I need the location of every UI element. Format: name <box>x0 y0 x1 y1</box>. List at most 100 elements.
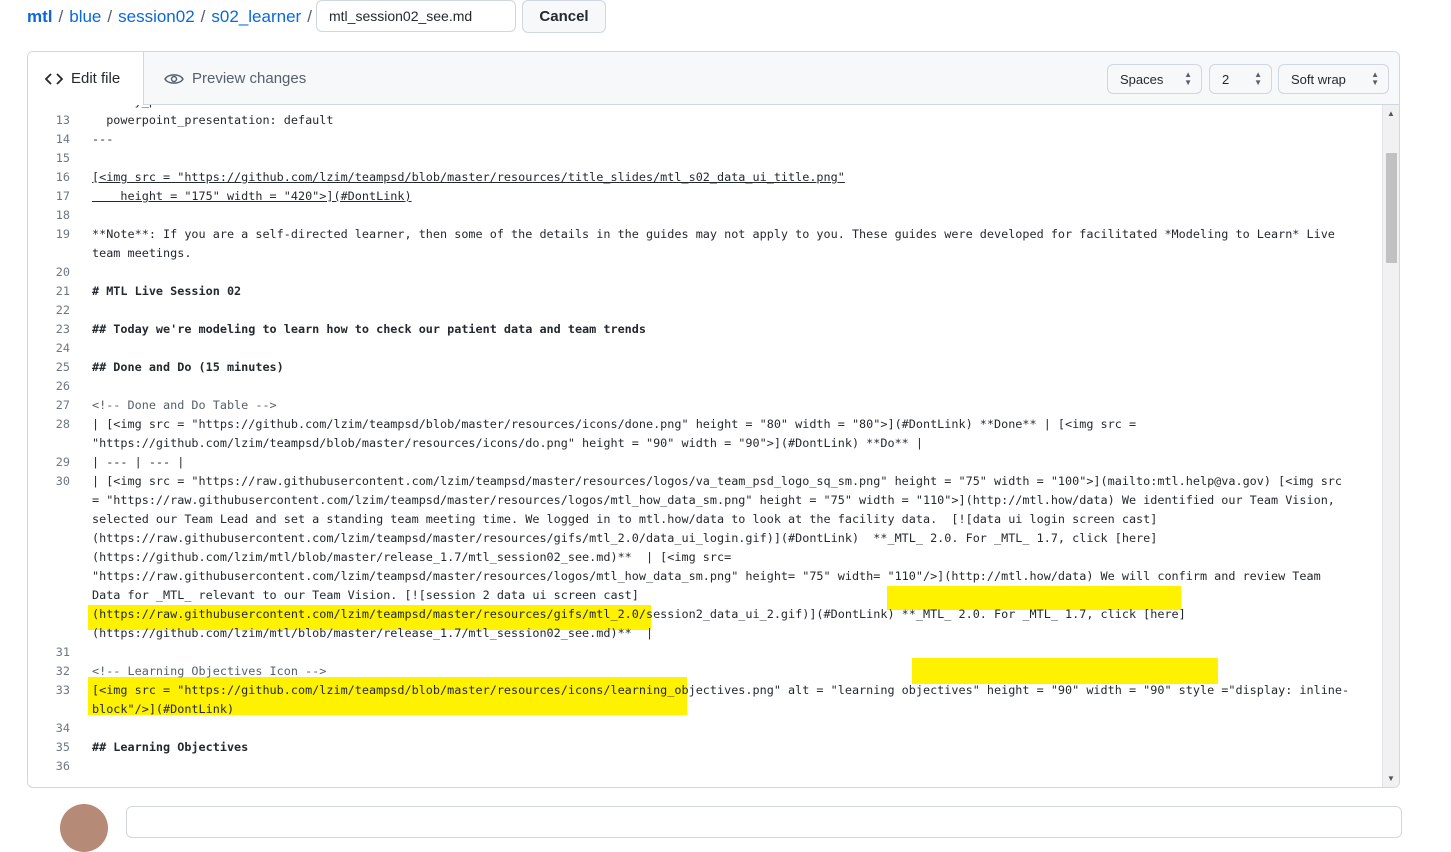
wrap-mode-value: Soft wrap <box>1291 71 1346 87</box>
line-number: 36 <box>55 759 70 773</box>
scrollbar-thumb[interactable] <box>1386 153 1397 263</box>
line-number: 25 <box>55 360 70 374</box>
line-number: 32 <box>55 664 70 678</box>
line-number: 29 <box>55 455 70 469</box>
breadcrumb-separator: / <box>200 6 206 26</box>
line-text: (https://raw.githubusercontent.com/lzim/… <box>92 607 1186 621</box>
line-text: [<img src = "https://github.com/lzim/tea… <box>92 683 1350 697</box>
line-text: height = "175" width = "420">](#DontLink… <box>92 189 412 203</box>
line-number: 15 <box>55 151 70 165</box>
line-number: 27 <box>55 398 70 412</box>
cancel-button[interactable]: Cancel <box>522 0 606 33</box>
code-line: 18 <box>28 206 1381 225</box>
code-line: = "https://raw.githubusercontent.com/lzi… <box>28 491 1381 510</box>
code-line: 35 ## Learning Objectives <box>28 738 1381 757</box>
line-text: --- <box>92 132 114 146</box>
editor-tabbar: Edit file Preview changes Spaces ▲ ▼ 2 ▲ ▼… <box>28 52 1399 105</box>
line-number: 30 <box>55 474 70 488</box>
line-number: 13 <box>55 113 70 127</box>
indent-size-value: 2 <box>1222 71 1230 87</box>
breadcrumb-folder-link[interactable]: s02_learner <box>211 7 301 27</box>
code-line: 14 --- <box>28 130 1381 149</box>
code-line: 21 # MTL Live Session 02 <box>28 282 1381 301</box>
indent-size-select[interactable]: 2 ▲ ▼ <box>1209 64 1272 94</box>
code-line: team meetings. <box>28 244 1381 263</box>
select-arrows-icon: ▲ ▼ <box>1371 70 1379 87</box>
line-text: | --- | --- | <box>92 455 185 469</box>
line-text: | [<img src = "https://github.com/lzim/t… <box>92 417 1137 431</box>
scroll-up-icon[interactable]: ▲ <box>1387 109 1395 118</box>
commit-panel <box>126 806 1402 838</box>
code-line: 28 | [<img src = "https://github.com/lzim… <box>28 415 1381 434</box>
line-number: 31 <box>55 645 70 659</box>
line-number: 19 <box>55 227 70 241</box>
code-line: (https://github.com/lzim/mtl/blob/master… <box>28 624 1381 643</box>
line-number: 33 <box>55 683 70 697</box>
code-line: 25 ## Done and Do (15 minutes) <box>28 358 1381 377</box>
breadcrumb: mtl / blue / session02 / s02_learner / <box>27 0 318 33</box>
indent-mode-select[interactable]: Spaces ▲ ▼ <box>1107 64 1202 94</box>
code-icon <box>45 72 63 85</box>
code-line: 22 <box>28 301 1381 320</box>
line-text: <!-- Learning Objectives Icon --> <box>92 664 327 678</box>
code-line: "https://raw.githubusercontent.com/lzim/… <box>28 567 1381 586</box>
code-line: 33 [<img src = "https://github.com/lzim/t… <box>28 681 1381 700</box>
line-number: 16 <box>55 170 70 184</box>
breadcrumb-separator: / <box>58 6 64 26</box>
breadcrumb-separator: / <box>107 6 113 26</box>
code-line: (https://raw.githubusercontent.com/lzim/… <box>28 529 1381 548</box>
line-text: block"/>](#DontLink) <box>92 702 235 716</box>
file-editor: Edit file Preview changes Spaces ▲ ▼ 2 ▲ ▼… <box>27 51 1400 788</box>
code-line: 17 height = "175" width = "420">](#DontL… <box>28 187 1381 206</box>
select-arrows-icon: ▲ ▼ <box>1254 70 1262 87</box>
line-number: 14 <box>55 132 70 146</box>
line-number: 24 <box>55 341 70 355</box>
line-text: powerpoint_presentation: default <box>92 113 334 127</box>
code-line: "https://github.com/lzim/teampsd/blob/ma… <box>28 434 1381 453</box>
select-arrows-icon: ▲ ▼ <box>1184 70 1192 87</box>
line-text: ## Today we're modeling to learn how to … <box>92 322 646 336</box>
line-text: ## Done and Do (15 minutes) <box>92 360 284 374</box>
code-line: 31 <box>28 643 1381 662</box>
code-line: (https://raw.githubusercontent.com/lzim/… <box>28 605 1381 624</box>
code-line: 26 <box>28 377 1381 396</box>
breadcrumb-folder-link[interactable]: blue <box>69 7 101 27</box>
code-line: 34 <box>28 719 1381 738</box>
line-number: 23 <box>55 322 70 336</box>
code-line: 29 | --- | --- | <box>28 453 1381 472</box>
tab-edit-label: Edit file <box>71 70 121 87</box>
code-line: Data for _MTL_ relevant to our Team Visi… <box>28 586 1381 605</box>
line-number: 22 <box>55 303 70 317</box>
code-line: 30 | [<img src = "https://raw.githubuserc… <box>28 472 1381 491</box>
indent-mode-value: Spaces <box>1120 71 1164 87</box>
code-line: 27 <!-- Done and Do Table --> <box>28 396 1381 415</box>
line-text: # MTL Live Session 02 <box>92 284 242 298</box>
line-number: 28 <box>55 417 70 431</box>
tab-preview-changes[interactable]: Preview changes <box>164 52 306 105</box>
line-text: [<img src = "https://github.com/lzim/tea… <box>92 170 845 184</box>
code-line: (https://github.com/lzim/mtl/blob/master… <box>28 548 1381 567</box>
line-text: = "https://raw.githubusercontent.com/lzi… <box>92 493 1335 507</box>
line-text: **Note**: If you are a self-directed lea… <box>92 227 1335 241</box>
code-line: 16 [<img src = "https://github.com/lzim/t… <box>28 168 1381 187</box>
code-line: 23 ## Today we're modeling to learn how t… <box>28 320 1381 339</box>
line-number: 26 <box>55 379 70 393</box>
wrap-mode-select[interactable]: Soft wrap ▲ ▼ <box>1278 64 1389 94</box>
filename-input[interactable] <box>316 0 516 32</box>
line-text: team meetings. <box>92 246 192 260</box>
code-area[interactable]: 12 slidy_presentation: default13 powerpo… <box>28 105 1381 787</box>
avatar <box>60 804 108 852</box>
code-line: 24 <box>28 339 1381 358</box>
breadcrumb-folder-link[interactable]: session02 <box>118 7 195 27</box>
code-line: 36 <box>28 757 1381 776</box>
tab-edit-file[interactable]: Edit file <box>28 52 144 105</box>
vertical-scrollbar[interactable]: ▲ ▼ <box>1382 105 1399 787</box>
line-text: Data for _MTL_ relevant to our Team Visi… <box>92 588 639 602</box>
line-text: selected our Team Lead and set a standin… <box>92 512 1158 526</box>
code-line: 20 <box>28 263 1381 282</box>
breadcrumb-repo-link[interactable]: mtl <box>27 7 53 27</box>
line-text: "https://raw.githubusercontent.com/lzim/… <box>92 569 1321 583</box>
scroll-down-icon[interactable]: ▼ <box>1387 774 1395 783</box>
line-number: 18 <box>55 208 70 222</box>
line-text: (https://raw.githubusercontent.com/lzim/… <box>92 531 1158 545</box>
